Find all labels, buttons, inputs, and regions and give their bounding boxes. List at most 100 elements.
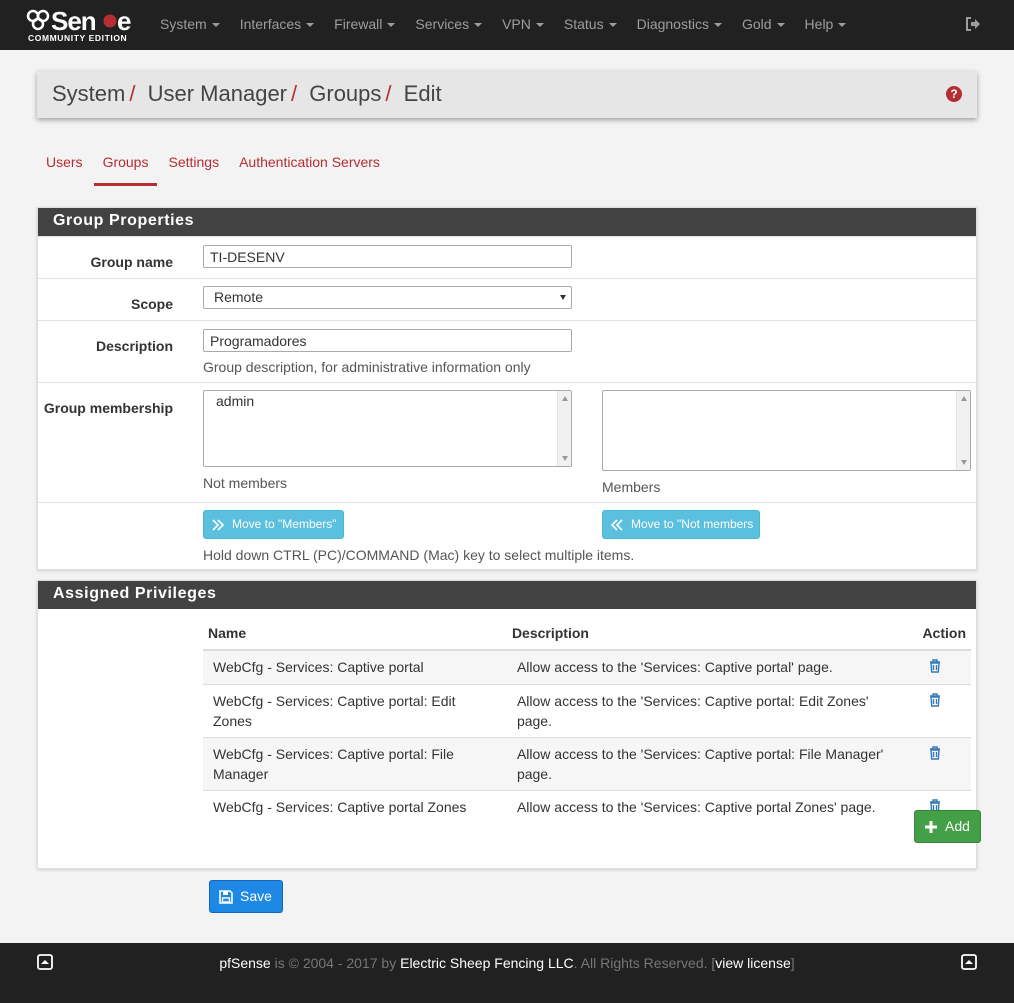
scrollbar[interactable] xyxy=(956,391,970,470)
scroll-down-icon xyxy=(562,456,568,461)
tab-users[interactable]: Users xyxy=(37,148,92,186)
footer-bracket: ] xyxy=(790,955,795,971)
nav-label: Interfaces xyxy=(239,16,302,32)
privileges-table: Name Description Action WebCfg - Service… xyxy=(203,622,971,824)
nav-label: Firewall xyxy=(334,16,383,32)
nav-label: System xyxy=(160,16,207,32)
tab-settings[interactable]: Settings xyxy=(159,148,228,186)
breadcrumb-item-user-manager[interactable]: User Manager xyxy=(148,81,287,106)
description-label: Description xyxy=(95,338,173,354)
save-label: Save xyxy=(240,888,272,904)
nav-item-firewall[interactable]: Firewall xyxy=(324,0,405,50)
caret-down-icon xyxy=(608,23,617,28)
move-to-members-button[interactable]: Move to "Members" xyxy=(203,510,344,539)
nav-item-gold[interactable]: Gold xyxy=(732,0,795,50)
description-help-text: Group description, for administrative in… xyxy=(203,359,531,375)
nav-label: Status xyxy=(563,16,604,32)
nav-item-status[interactable]: Status xyxy=(554,0,627,50)
svg-text:e: e xyxy=(117,6,131,36)
column-header-description: Description xyxy=(506,622,918,651)
pfsense-logo[interactable]: Sen e COMMUNITY EDITION xyxy=(26,6,138,44)
floppy-disk-icon xyxy=(219,890,233,904)
nav-label: VPN xyxy=(502,16,531,32)
move-to-not-members-button[interactable]: Move to "Not members xyxy=(602,510,761,539)
privilege-name: WebCfg - Services: Captive portal: Edit … xyxy=(203,684,507,738)
breadcrumb: System / User Manager / Groups / Edit xyxy=(52,81,442,107)
description-row: Description Group description, for admin… xyxy=(38,320,976,382)
table-row: WebCfg - Services: Captive portal: Edit … xyxy=(203,684,971,738)
breadcrumb-item-system[interactable]: System xyxy=(52,81,125,106)
column-header-name: Name xyxy=(203,622,507,651)
not-members-listbox[interactable]: admin xyxy=(203,390,572,467)
not-members-label: Not members xyxy=(203,475,288,491)
logo-graphic: Sen e xyxy=(26,6,132,36)
nav-item-vpn[interactable]: VPN xyxy=(492,0,554,50)
double-chevron-left-icon xyxy=(611,519,623,531)
tab-bar: Users Groups Settings Authentication Ser… xyxy=(37,148,391,186)
scope-select[interactable]: Remote xyxy=(203,286,572,309)
caret-down-icon xyxy=(838,23,847,28)
members-listbox[interactable] xyxy=(602,390,971,471)
breadcrumb-item-groups[interactable]: Groups xyxy=(309,81,381,106)
breadcrumb-panel: System / User Manager / Groups / Edit ? xyxy=(37,71,977,118)
tab-groups[interactable]: Groups xyxy=(93,148,158,186)
description-input[interactable] xyxy=(203,329,572,352)
assigned-privileges-panel: Assigned Privileges Name Description Act… xyxy=(37,580,981,869)
svg-text:Sen: Sen xyxy=(51,6,96,36)
scroll-up-icon xyxy=(961,396,967,401)
caret-down-icon xyxy=(474,23,483,28)
group-name-row: Group name xyxy=(38,236,976,278)
privilege-name: WebCfg - Services: Captive portal: File … xyxy=(203,737,507,791)
table-row: WebCfg - Services: Captive portal Allow … xyxy=(203,649,971,685)
plus-icon xyxy=(925,821,937,833)
group-name-input[interactable] xyxy=(203,245,572,268)
group-properties-heading: Group Properties xyxy=(38,208,976,236)
caret-down-icon xyxy=(535,23,544,28)
add-privilege-button[interactable]: Add xyxy=(914,810,981,843)
column-header-action: Action xyxy=(917,622,971,651)
nav-item-help[interactable]: Help xyxy=(795,0,857,50)
caret-down-icon xyxy=(306,23,315,28)
trash-icon[interactable] xyxy=(929,693,941,707)
action-cell xyxy=(917,737,971,791)
move-to-members-label: Move to "Members" xyxy=(232,517,337,531)
nav-label: Gold xyxy=(741,16,772,32)
trash-icon[interactable] xyxy=(929,659,941,673)
not-members-option[interactable]: admin xyxy=(204,391,571,411)
nav-item-interfaces[interactable]: Interfaces xyxy=(230,0,324,50)
table-row: WebCfg - Services: Captive portal: File … xyxy=(203,737,971,791)
view-license-link[interactable]: view license xyxy=(715,955,790,971)
privilege-name: WebCfg - Services: Captive portal xyxy=(203,649,507,685)
action-cell xyxy=(917,649,971,685)
help-icon[interactable]: ? xyxy=(946,86,962,102)
action-cell xyxy=(917,684,971,738)
nav-item-diagnostics[interactable]: Diagnostics xyxy=(627,0,732,50)
nav-item-system[interactable]: System xyxy=(150,0,230,50)
members-label: Members xyxy=(602,479,661,495)
nav-label: Services xyxy=(415,16,470,32)
scope-row: Scope Remote xyxy=(38,278,976,320)
scope-label: Scope xyxy=(130,296,173,312)
footer-company-link[interactable]: Electric Sheep Fencing LLC xyxy=(400,955,574,971)
nav-item-services[interactable]: Services xyxy=(405,0,492,50)
group-membership-row: Group membership admin Not members Membe… xyxy=(38,382,976,502)
footer-copyright: pfSense is © 2004 - 2017 by Electric She… xyxy=(0,955,1014,971)
double-chevron-right-icon xyxy=(212,519,224,531)
privilege-description: Allow access to the 'Services: Captive p… xyxy=(506,790,918,824)
top-navbar: Sen e COMMUNITY EDITION System Interface… xyxy=(0,0,1014,50)
trash-icon[interactable] xyxy=(929,746,941,760)
scroll-up-icon xyxy=(562,396,568,401)
scroll-top-icon[interactable] xyxy=(961,954,977,970)
caret-down-icon xyxy=(387,23,396,28)
footer-product-link[interactable]: pfSense xyxy=(219,955,270,971)
breadcrumb-separator: / xyxy=(385,81,392,106)
caret-down-icon xyxy=(713,23,722,28)
tab-authentication-servers[interactable]: Authentication Servers xyxy=(230,148,389,186)
add-label: Add xyxy=(945,818,970,834)
move-buttons-row: Move to "Members" Move to "Not members H… xyxy=(38,502,976,570)
scrollbar[interactable] xyxy=(557,391,571,466)
logout-icon[interactable] xyxy=(964,15,982,33)
save-button[interactable]: Save xyxy=(209,880,283,913)
scope-selected-value: Remote xyxy=(214,289,264,305)
group-name-label: Group name xyxy=(90,254,173,270)
